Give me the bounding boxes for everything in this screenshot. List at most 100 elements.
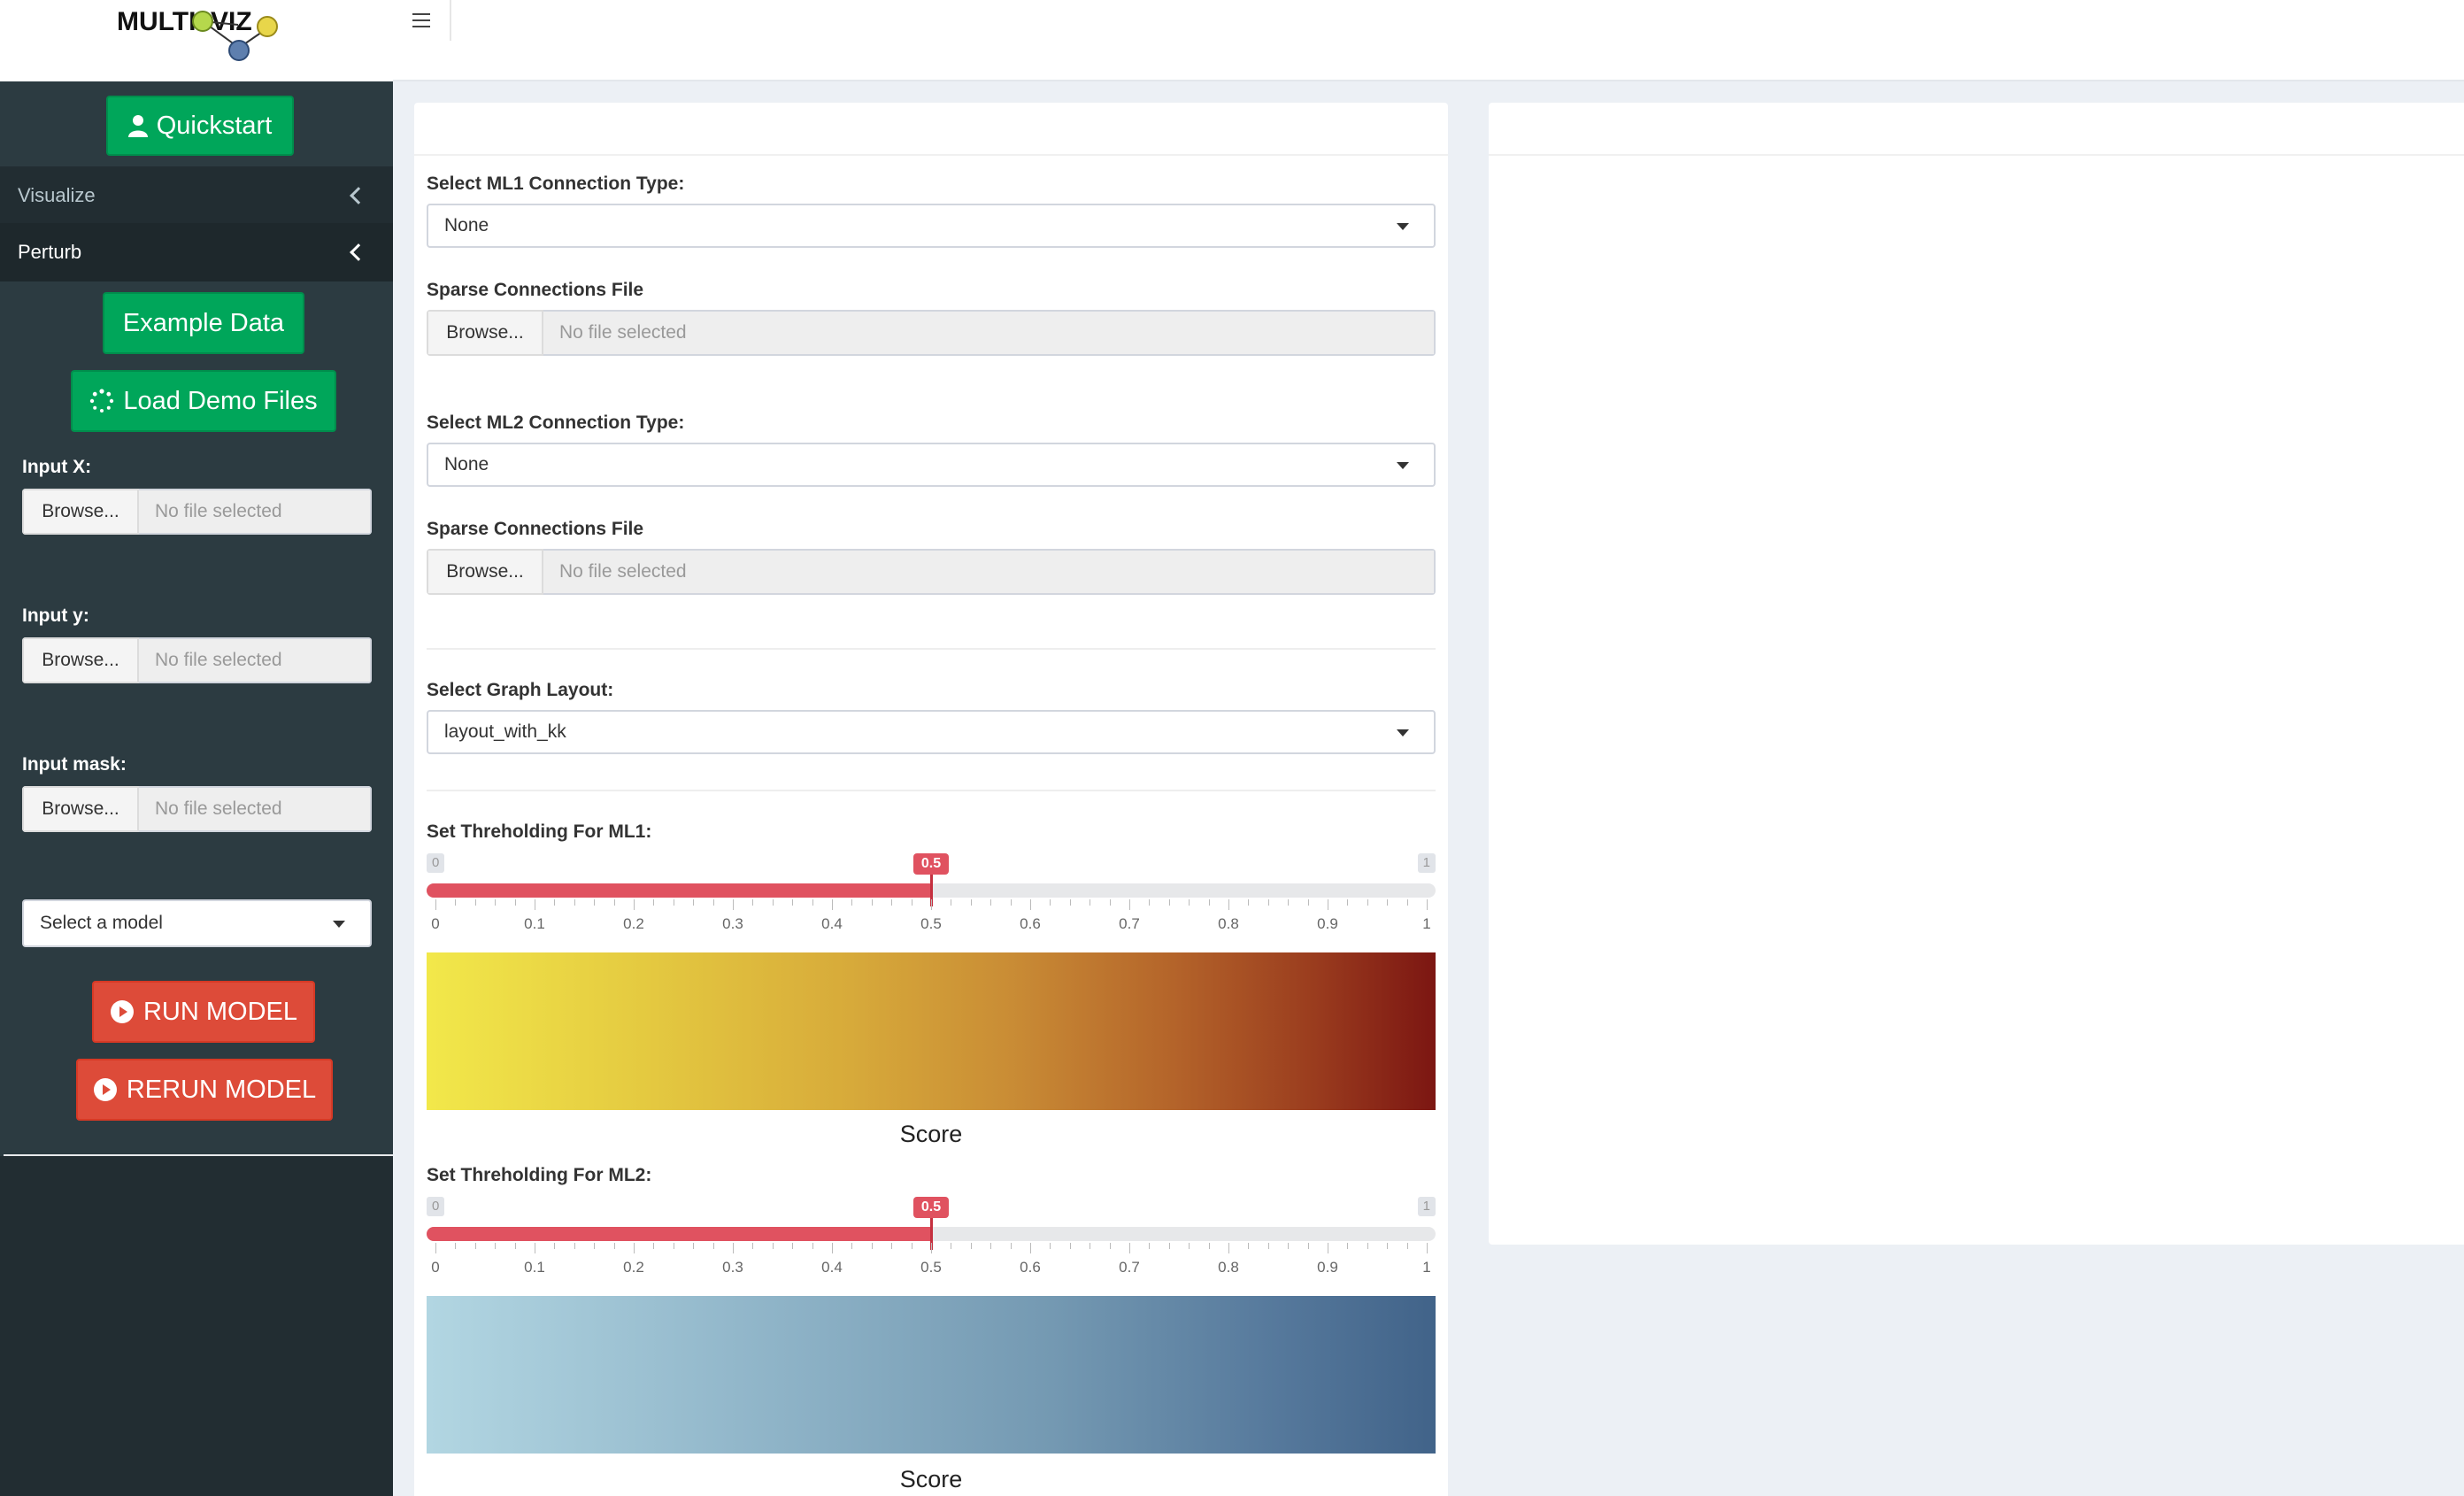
- slider-tick: [1149, 899, 1151, 906]
- slider-tick: [1168, 899, 1170, 906]
- slider-tick: [812, 899, 813, 906]
- slider-fill: [427, 1227, 931, 1241]
- slider-tick-label: 0.2: [623, 915, 644, 932]
- slider-tick: [832, 899, 833, 910]
- slider-tick: [1168, 1243, 1170, 1249]
- input-y-label: Input y:: [22, 605, 89, 626]
- slider-tick: [1050, 899, 1051, 906]
- slider-tick: [1010, 1243, 1012, 1249]
- slider-tick: [574, 899, 575, 906]
- section-divider: [427, 790, 1436, 791]
- slider-tick: [1129, 1243, 1130, 1253]
- sparse1-file-field: Browse... No file selected: [427, 310, 1436, 356]
- slider-tick: [634, 1243, 635, 1253]
- rerun-model-label: RERUN MODEL: [126, 1075, 317, 1104]
- ml2-threshold-label: Set Threholding For ML2:: [427, 1165, 652, 1185]
- slider-tick-label: 0.7: [1119, 1259, 1140, 1276]
- logo-area[interactable]: MULTI VIZ: [0, 0, 393, 81]
- slider-tick: [1267, 1243, 1269, 1249]
- slider-tick: [1129, 899, 1130, 910]
- ml2-threshold-slider[interactable]: 0 1 0.5 0 0.1 0.2 0.3 0.4 0.5 0.6 0.7 0.8 0.9 1: [427, 1197, 1436, 1285]
- slider-tick: [851, 899, 853, 906]
- caret-down-icon: [1397, 729, 1409, 736]
- load-demo-files-button[interactable]: Load Demo Files: [71, 370, 336, 432]
- sparse2-browse-button[interactable]: Browse...: [427, 549, 543, 595]
- caret-down-icon: [1397, 462, 1409, 469]
- slider-tick-label: 0.9: [1317, 915, 1338, 932]
- slider-tick: [1288, 1243, 1290, 1249]
- sparse1-filename: No file selected: [543, 310, 1436, 356]
- input-mask-file-field: Browse... No file selected: [22, 786, 372, 832]
- graph-layout-select[interactable]: layout_with_kk: [427, 710, 1436, 754]
- ml1-connection-select[interactable]: None: [427, 204, 1436, 248]
- input-y-browse-button[interactable]: Browse...: [22, 637, 139, 683]
- slider-tick: [871, 1243, 873, 1249]
- sparse2-label: Sparse Connections File: [427, 519, 644, 539]
- ml1-score-legend-gradient: [427, 952, 1436, 1110]
- slider-tick: [1228, 1243, 1229, 1253]
- input-mask-browse-button[interactable]: Browse...: [22, 786, 139, 832]
- slider-tick-label: 0.7: [1119, 915, 1140, 932]
- rerun-model-button[interactable]: RERUN MODEL: [76, 1059, 333, 1121]
- logo-text-left: MULTI: [117, 7, 196, 36]
- slider-tick: [1248, 899, 1250, 906]
- sparse1-browse-button[interactable]: Browse...: [427, 310, 543, 356]
- slider-tick: [1307, 1243, 1309, 1249]
- slider-tick-label: 0: [431, 1259, 440, 1276]
- slider-tick: [1307, 899, 1309, 906]
- slider-tick-label: 0.2: [623, 1259, 644, 1276]
- sidebar-item-visualize[interactable]: Visualize: [0, 166, 393, 225]
- chevron-left-icon: [350, 243, 367, 261]
- slider-tick: [1406, 1243, 1408, 1249]
- slider-tick: [1208, 1243, 1210, 1249]
- ml2-connection-label: Select ML2 Connection Type:: [427, 413, 685, 433]
- slider-tick: [891, 1243, 893, 1249]
- slider-fill: [427, 883, 931, 898]
- sidebar-toggle-button[interactable]: [393, 0, 451, 41]
- run-model-label: RUN MODEL: [142, 997, 297, 1026]
- ml2-score-legend-title: Score: [899, 1466, 963, 1492]
- graph-layout-value: layout_with_kk: [444, 721, 566, 742]
- slider-tick: [594, 899, 596, 906]
- input-mask-filename: No file selected: [139, 786, 372, 832]
- slider-tick: [1109, 899, 1111, 906]
- slider-tick: [1109, 1243, 1111, 1249]
- slider-tick-label: 0.5: [920, 1259, 942, 1276]
- slider-tick-label: 0.3: [722, 915, 743, 932]
- slider-tick: [931, 1243, 932, 1253]
- load-demo-files-label: Load Demo Files: [123, 386, 318, 415]
- caret-down-icon: [1397, 223, 1409, 230]
- slider-tick: [1427, 1243, 1428, 1253]
- sidebar-item-label: Visualize: [18, 184, 96, 206]
- top-navbar: [393, 0, 2464, 81]
- graph-panel: [1489, 103, 2464, 1245]
- slider-tick-label: 0.6: [1020, 915, 1041, 932]
- slider-tick-label: 0.3: [722, 1259, 743, 1276]
- input-x-browse-button[interactable]: Browse...: [22, 489, 139, 535]
- slider-tick: [435, 1243, 436, 1253]
- slider-value-label: 0.5: [913, 853, 949, 875]
- input-y-filename: No file selected: [139, 637, 372, 683]
- slider-tick: [653, 1243, 655, 1249]
- ml1-threshold-slider[interactable]: 0 1 0.5 0 0.1 0.2 0.3 0.4 0.5 0.6 0.7 0.8 0.9 1: [427, 853, 1436, 942]
- quickstart-button[interactable]: Quickstart: [106, 96, 294, 156]
- slider-value-label: 0.5: [913, 1197, 949, 1218]
- sparse2-filename: No file selected: [543, 549, 1436, 595]
- slider-tick: [1387, 899, 1389, 906]
- sidebar-item-perturb[interactable]: Perturb: [0, 223, 393, 281]
- run-model-button[interactable]: RUN MODEL: [92, 981, 315, 1043]
- chevron-left-icon: [350, 187, 367, 204]
- example-data-button[interactable]: Example Data: [103, 292, 304, 354]
- model-select[interactable]: Select a model: [22, 899, 372, 947]
- slider-tick: [931, 899, 932, 910]
- sidebar-divider: [4, 1154, 393, 1156]
- slider-tick: [733, 899, 734, 910]
- ml1-connection-label: Select ML1 Connection Type:: [427, 174, 685, 194]
- slider-tick: [970, 1243, 972, 1249]
- slider-tick: [712, 899, 714, 906]
- slider-tick: [574, 1243, 575, 1249]
- slider-tick: [613, 1243, 615, 1249]
- ml2-connection-select[interactable]: None: [427, 443, 1436, 487]
- slider-tick-label: 0.6: [1020, 1259, 1041, 1276]
- slider-tick: [1406, 899, 1408, 906]
